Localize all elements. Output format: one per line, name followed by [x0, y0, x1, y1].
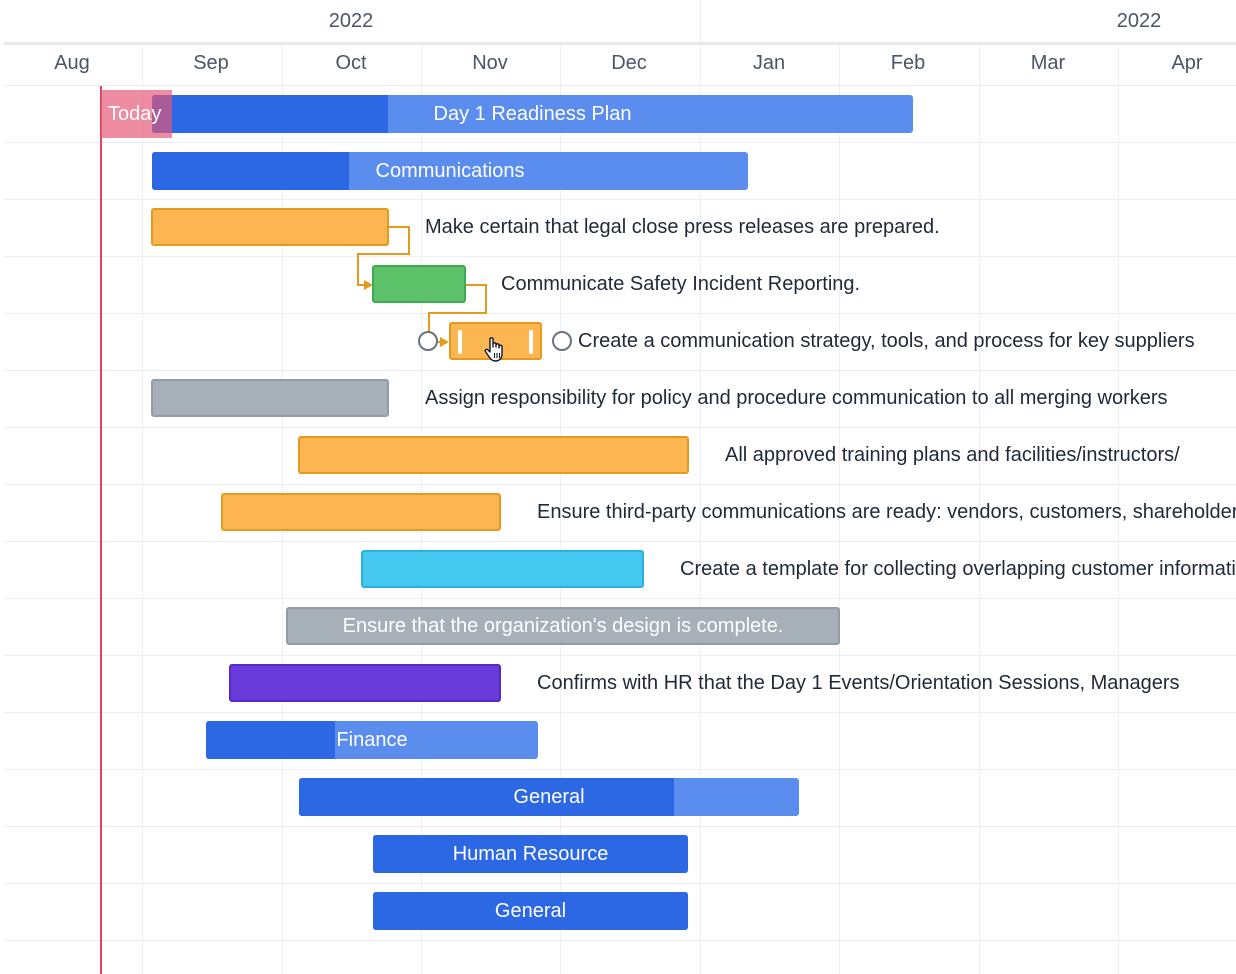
month-label-feb: Feb [890, 52, 926, 74]
task-label: General [513, 785, 585, 808]
task-bar-human-resource[interactable]: Human Resource [373, 835, 688, 873]
row-divider [4, 598, 1236, 599]
task-label: Communications [375, 159, 525, 182]
row-divider [4, 85, 1236, 86]
task-bar-third-party-communications[interactable] [221, 493, 501, 531]
today-marker-label: Today [101, 90, 172, 138]
row-divider [4, 199, 1236, 200]
task-bar-communications[interactable]: Communications [152, 152, 748, 190]
task-bar-organization-design[interactable]: Ensure that the organization's design is… [286, 607, 840, 645]
month-label-aug: Aug [54, 52, 90, 74]
year-label: 2022 [328, 10, 374, 32]
row-divider [4, 541, 1236, 542]
row-divider [4, 484, 1236, 485]
row-divider [4, 826, 1236, 827]
row-divider [4, 769, 1236, 770]
row-divider [4, 256, 1236, 257]
task-label: Ensure that the organization's design is… [342, 614, 784, 637]
row-divider [4, 427, 1236, 428]
resize-handle-right[interactable] [529, 330, 533, 354]
grid-line [142, 45, 143, 974]
task-bar-hr-day1-events[interactable] [229, 664, 501, 702]
year-divider [700, 0, 701, 42]
row-divider [4, 940, 1236, 941]
task-label: Finance [336, 728, 408, 751]
progress-fill [152, 152, 349, 190]
progress-fill [152, 95, 388, 133]
task-bar-general[interactable]: General [299, 778, 799, 816]
row-divider [4, 370, 1236, 371]
header-separator [4, 42, 1236, 45]
task-label: Ensure third-party communications are re… [537, 501, 1236, 523]
dependency-arrowhead [440, 337, 449, 347]
year-label: 2022 [1116, 10, 1162, 32]
task-bar-training-plans[interactable] [298, 436, 689, 474]
task-label: Communicate Safety Incident Reporting. [501, 273, 861, 295]
task-label: Assign responsibility for policy and pro… [425, 387, 1168, 409]
task-label: All approved training plans and faciliti… [725, 444, 1180, 466]
task-bar-legal-press-releases[interactable] [151, 208, 389, 246]
row-divider [4, 142, 1236, 143]
dependency-connectors [357, 226, 487, 347]
today-marker-line [100, 86, 102, 974]
gantt-chart: 2022 2022 Aug Sep Oct Nov Dec Jan Feb Ma… [0, 0, 1236, 974]
month-label-jan: Jan [752, 52, 786, 74]
month-label-oct: Oct [335, 52, 367, 74]
link-start-handle[interactable] [418, 331, 438, 351]
progress-fill [206, 721, 336, 759]
task-label: Create a communication strategy, tools, … [578, 330, 1195, 352]
progress-fill [299, 778, 674, 816]
task-bar-day-1-readiness-plan[interactable]: Day 1 Readiness Plan [152, 95, 913, 133]
task-label: General [494, 899, 567, 922]
task-bar-general[interactable]: General [373, 892, 688, 930]
hand-cursor-icon [484, 337, 503, 362]
task-label: Create a template for collecting overlap… [680, 558, 1236, 580]
task-label: Confirms with HR that the Day 1 Events/O… [537, 672, 1180, 694]
task-bar-finance[interactable]: Finance [206, 721, 538, 759]
task-bar-safety-incident-reporting[interactable] [372, 265, 466, 303]
month-label-apr: Apr [1171, 52, 1203, 74]
month-label-sep: Sep [193, 52, 229, 74]
task-label: Day 1 Readiness Plan [433, 102, 632, 125]
row-divider [4, 313, 1236, 314]
task-label: Make certain that legal close press rele… [425, 216, 940, 238]
row-divider [4, 712, 1236, 713]
month-label-dec: Dec [611, 52, 647, 74]
task-label: Human Resource [452, 842, 609, 865]
month-label-nov: Nov [472, 52, 508, 74]
month-label-mar: Mar [1030, 52, 1066, 74]
task-bar-customer-info-template[interactable] [361, 550, 644, 588]
link-end-handle[interactable] [552, 331, 572, 351]
row-divider [4, 655, 1236, 656]
task-bar-policy-communication[interactable] [151, 379, 389, 417]
row-divider [4, 883, 1236, 884]
resize-handle-left[interactable] [458, 330, 462, 354]
